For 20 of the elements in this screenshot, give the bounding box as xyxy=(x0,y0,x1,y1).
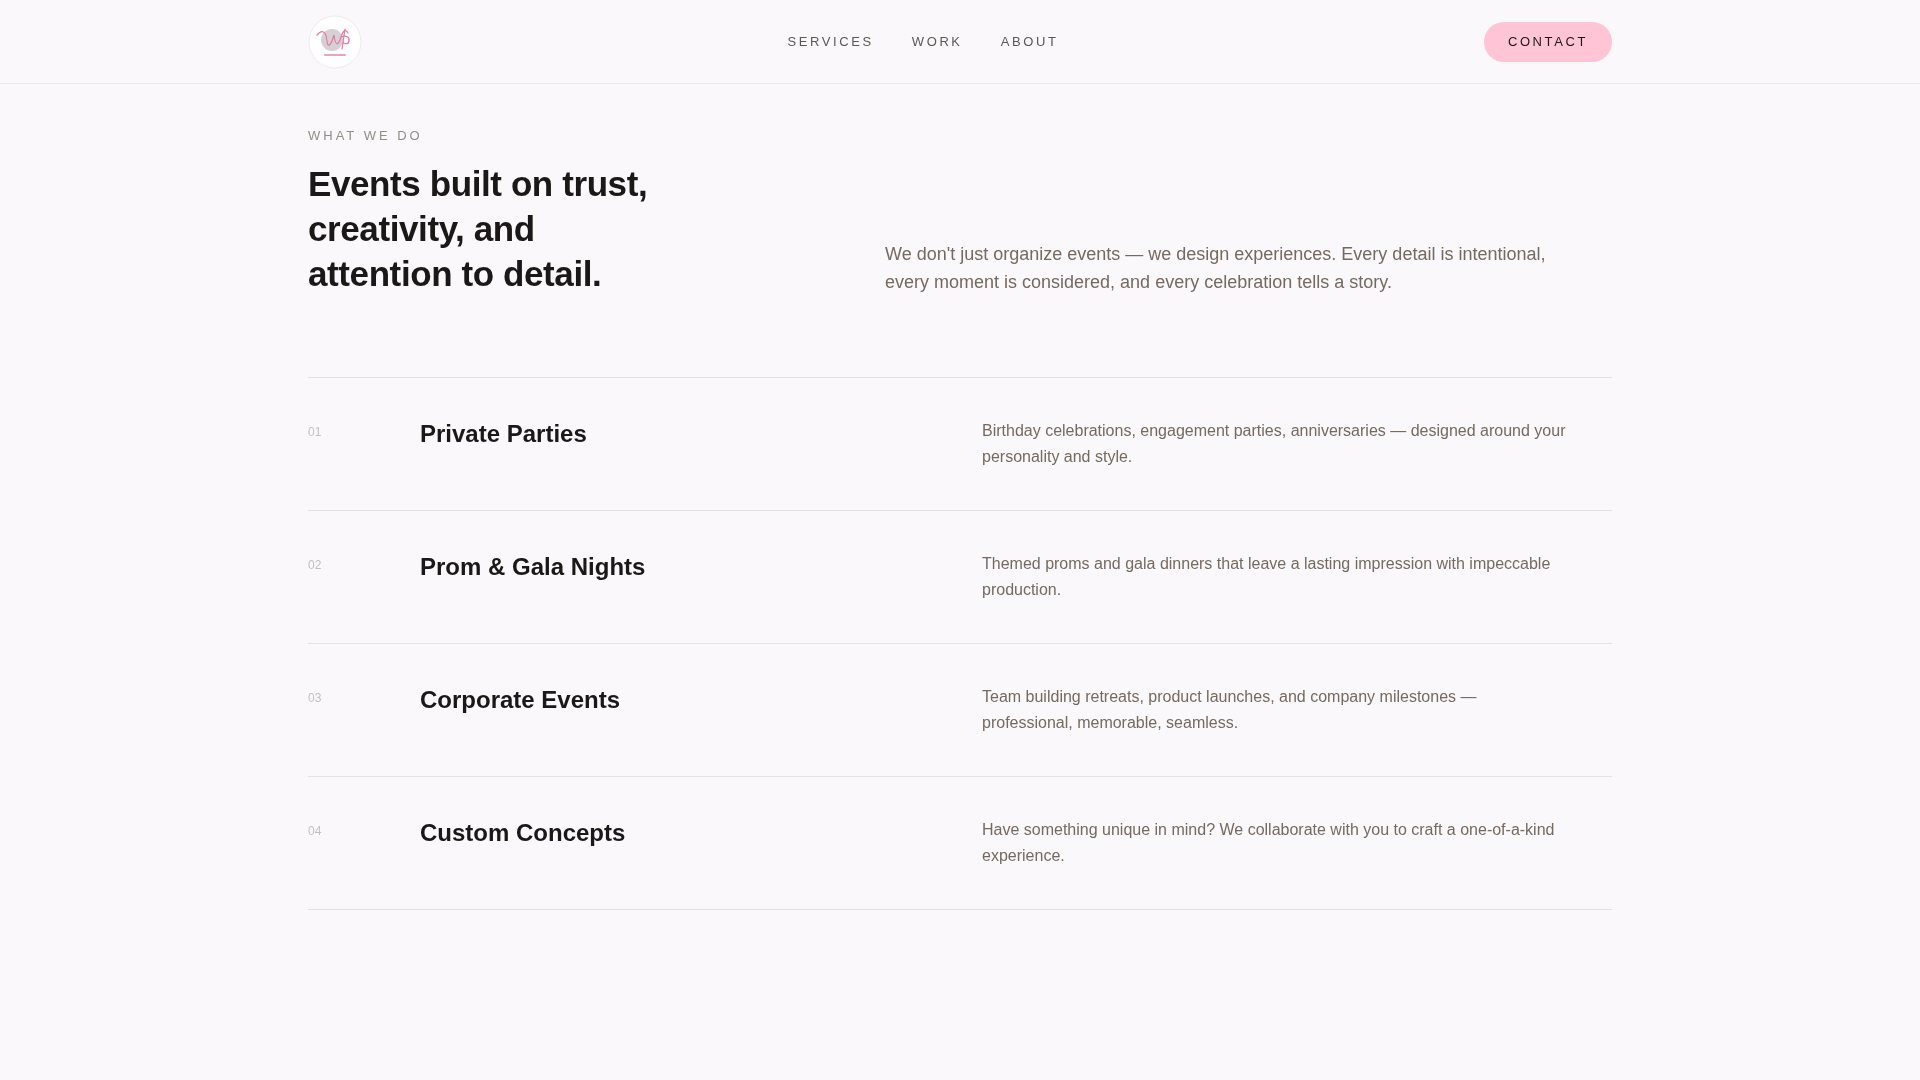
nav-link[interactable]: WORK xyxy=(911,34,963,49)
service-description: Birthday celebrations, engagement parties, anniversaries — designed around your personality and style. xyxy=(982,421,1567,467)
service-title: Prom & Gala Nights xyxy=(420,552,646,582)
service-number: 01 xyxy=(308,424,322,440)
section-heading: Events built on trust, creativity, and attention to detail. xyxy=(308,163,649,295)
service-title: Corporate Events xyxy=(420,685,621,715)
service-description: Have something unique in mind? We collaborate with you to craft a one-of-a-kind experience. xyxy=(982,820,1556,866)
logo-icon[interactable] xyxy=(308,14,362,69)
service-number: 02 xyxy=(308,557,322,573)
section-eyebrow: WHAT WE DO xyxy=(308,128,423,144)
service-description: Themed proms and gala dinners that leave a lasting impression with impeccable production. xyxy=(982,554,1552,600)
service-description: Team building retreats, product launches, and company milestones — professional, memorable, seamless. xyxy=(982,687,1478,733)
service-number: 03 xyxy=(308,690,322,706)
nav-link[interactable]: SERVICES xyxy=(787,34,874,49)
intro-paragraph: We don't just organize events — we design experiences. Every detail is intentional, every moment is considered, and every celebration tells a story. xyxy=(885,243,1547,294)
service-title: Private Parties xyxy=(420,419,587,449)
contact-button[interactable]: CONTACT xyxy=(1483,21,1612,62)
service-title: Custom Concepts xyxy=(420,818,626,848)
service-number: 04 xyxy=(308,823,322,839)
nav-link[interactable]: ABOUT xyxy=(1000,34,1059,49)
